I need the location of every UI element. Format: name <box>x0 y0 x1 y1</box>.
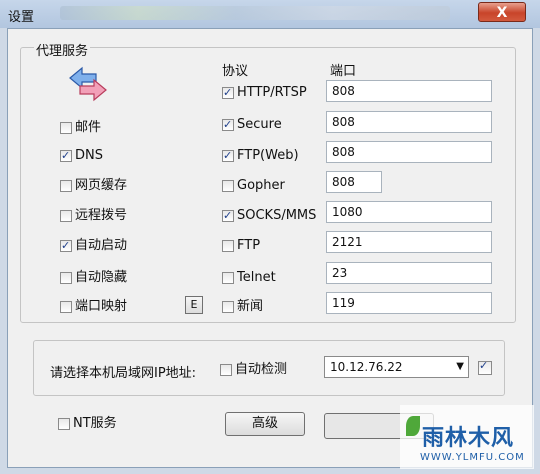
protocol-label: Gopher <box>237 178 285 193</box>
dns-checkbox[interactable] <box>60 148 72 164</box>
lan-ip-prompt: 请选择本机局域网IP地址: <box>50 366 197 381</box>
window-title: 设置 <box>8 10 35 25</box>
nt-service-label: NT服务 <box>73 416 117 431</box>
protocol-header: 协议 <box>222 64 249 79</box>
proxy-service-group-title: 代理服务 <box>34 40 91 59</box>
option-dns[interactable]: DNS <box>60 148 103 164</box>
option-label: 邮件 <box>75 120 102 135</box>
lan-ip-selected-value: 10.12.76.22 <box>330 360 403 374</box>
protocol-checkbox[interactable] <box>222 148 234 164</box>
protocol-checkbox[interactable] <box>222 208 234 224</box>
close-button[interactable]: X <box>478 2 526 22</box>
protocol-row[interactable]: SOCKS/MMS <box>222 208 316 224</box>
protocol-checkbox[interactable] <box>222 179 234 192</box>
protocol-checkbox[interactable] <box>222 271 234 284</box>
nt-service-option[interactable]: NT服务 <box>58 416 117 432</box>
advanced-button[interactable]: 高级 <box>225 412 305 436</box>
chevron-down-icon[interactable]: ▼ <box>456 357 464 377</box>
protocol-checkbox[interactable] <box>222 300 234 313</box>
option-label: DNS <box>75 148 103 163</box>
protocol-row[interactable]: 新闻 <box>222 299 263 315</box>
auto-detect-option[interactable]: 自动检测 <box>220 362 287 378</box>
nt-service-checkbox[interactable] <box>58 417 70 430</box>
protocol-label: Secure <box>237 117 282 132</box>
remote-dial-checkbox[interactable] <box>60 209 72 222</box>
mail-checkbox[interactable] <box>60 121 72 134</box>
protocol-label: Telnet <box>237 270 276 285</box>
blurred-background <box>60 6 450 20</box>
protocol-row[interactable]: Telnet <box>222 270 276 286</box>
port-input[interactable]: 23 <box>326 262 492 284</box>
option-auto-hide[interactable]: 自动隐藏 <box>60 270 127 286</box>
protocol-label: FTP(Web) <box>237 148 299 163</box>
protocol-checkbox[interactable] <box>222 85 234 101</box>
protocol-row[interactable]: FTP(Web) <box>222 148 299 164</box>
port-input[interactable]: 808 <box>326 171 382 193</box>
auto-hide-checkbox[interactable] <box>60 271 72 284</box>
option-mail[interactable]: 邮件 <box>60 120 101 136</box>
protocol-label: 新闻 <box>237 299 264 314</box>
title-bar: 设置 X <box>0 0 540 28</box>
port-input[interactable]: 808 <box>326 80 492 102</box>
protocol-label: SOCKS/MMS <box>237 208 317 223</box>
port-header: 端口 <box>330 64 357 79</box>
leaf-logo-icon <box>406 416 420 436</box>
protocol-checkbox[interactable] <box>222 239 234 252</box>
option-label: 网页缓存 <box>75 178 128 193</box>
port-input[interactable]: 119 <box>326 292 492 314</box>
port-input[interactable]: 2121 <box>326 231 492 253</box>
port-mapping-edit-button[interactable]: E <box>185 296 203 314</box>
port-input[interactable]: 808 <box>326 141 492 163</box>
watermark-url: WWW.YLMFU.COM <box>420 452 525 463</box>
option-port-mapping[interactable]: 端口映射 <box>60 299 127 315</box>
option-label: 自动启动 <box>75 238 128 253</box>
port-input[interactable]: 808 <box>326 111 492 133</box>
watermark-brand: 雨林木风 <box>422 426 515 451</box>
protocol-label: HTTP/RTSP <box>237 85 307 100</box>
option-web-cache[interactable]: 网页缓存 <box>60 178 127 194</box>
protocol-row[interactable]: Secure <box>222 117 282 133</box>
proxy-icon <box>69 66 107 102</box>
port-input[interactable]: 1080 <box>326 201 492 223</box>
option-remote-dial[interactable]: 远程拨号 <box>60 208 127 224</box>
lan-ip-confirm-checkbox[interactable] <box>478 359 492 375</box>
protocol-label: FTP <box>237 238 261 253</box>
option-label: 远程拨号 <box>75 208 128 223</box>
auto-detect-label: 自动检测 <box>235 362 288 377</box>
protocol-row[interactable]: FTP <box>222 238 260 254</box>
auto-start-checkbox[interactable] <box>60 238 72 254</box>
protocol-row[interactable]: Gopher <box>222 178 285 194</box>
option-label: 端口映射 <box>75 299 128 314</box>
port-mapping-checkbox[interactable] <box>60 300 72 313</box>
web-cache-checkbox[interactable] <box>60 179 72 192</box>
lan-ip-select[interactable]: 10.12.76.22 ▼ <box>324 356 469 378</box>
protocol-row[interactable]: HTTP/RTSP <box>222 85 307 101</box>
option-auto-start[interactable]: 自动启动 <box>60 238 127 254</box>
option-label: 自动隐藏 <box>75 270 128 285</box>
protocol-checkbox[interactable] <box>222 117 234 133</box>
auto-detect-checkbox[interactable] <box>220 363 232 376</box>
